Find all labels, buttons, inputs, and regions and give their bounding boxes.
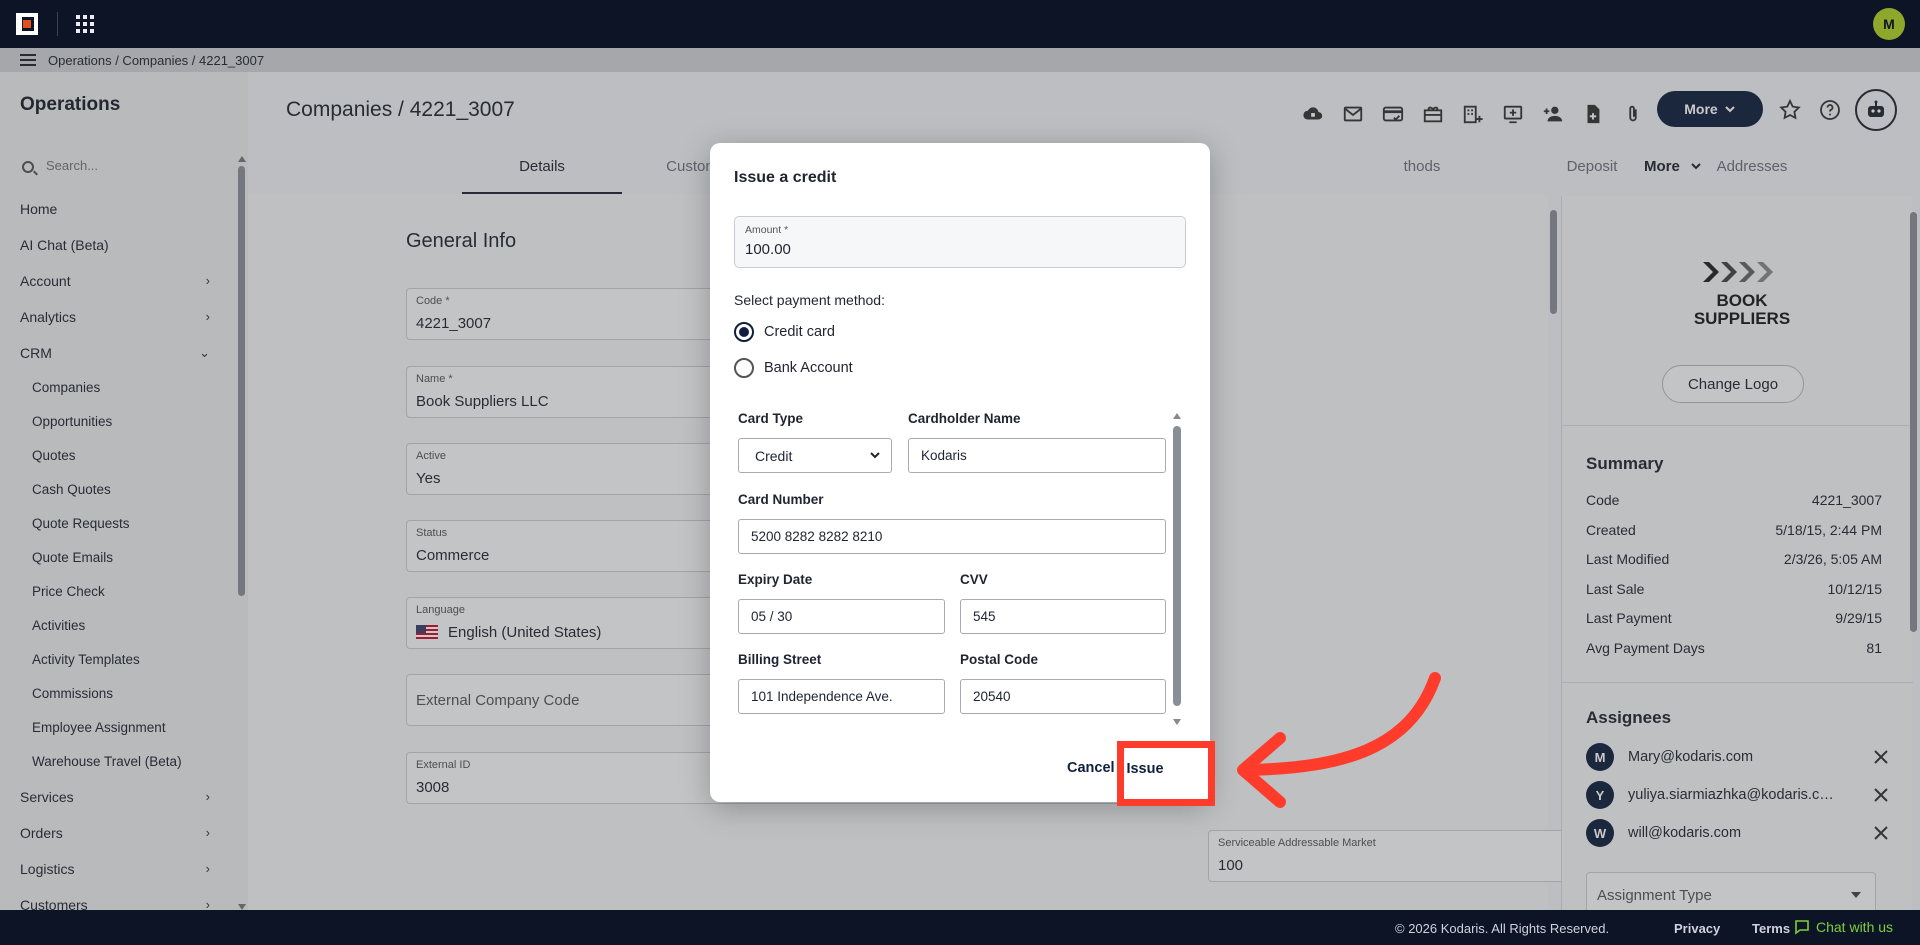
chat-label: Chat with us <box>1816 919 1894 935</box>
card-type-select[interactable]: Credit <box>738 438 892 473</box>
chevron-down-icon <box>870 452 880 459</box>
issue-credit-dialog: Issue a credit Amount * Select payment m… <box>710 143 1210 802</box>
radio-credit-card-label: Credit card <box>764 324 835 340</box>
amount-input[interactable] <box>745 241 1165 258</box>
app-grid-icon[interactable] <box>76 15 94 33</box>
card-number-label: Card Number <box>738 492 824 507</box>
radio-button-selected[interactable] <box>734 322 754 342</box>
top-divider <box>57 12 58 36</box>
chat-icon <box>1795 920 1809 935</box>
radio-credit-card[interactable]: Credit card <box>734 321 835 343</box>
card-type-label: Card Type <box>738 411 804 426</box>
chat-button[interactable]: Chat with us <box>1794 919 1893 935</box>
cvv-input[interactable] <box>960 599 1166 634</box>
cardholder-name-label: Cardholder Name <box>908 411 1021 426</box>
postal-code-label: Postal Code <box>960 652 1039 667</box>
copyright: © 2026 Kodaris. All Rights Reserved. <box>1395 921 1610 936</box>
cancel-button[interactable]: Cancel <box>1067 760 1115 776</box>
radio-button[interactable] <box>734 358 754 378</box>
card-number-input[interactable] <box>738 519 1166 554</box>
card-type-value: Credit <box>755 448 793 464</box>
cardholder-name-input[interactable] <box>908 438 1166 473</box>
amount-field[interactable]: Amount * <box>734 216 1186 268</box>
card-form-scrollbar[interactable] <box>1172 413 1182 725</box>
footer: © 2026 Kodaris. All Rights Reserved. Pri… <box>0 910 1920 945</box>
kodaris-logo-icon[interactable] <box>16 13 38 35</box>
radio-bank-account[interactable]: Bank Account <box>734 357 853 379</box>
cvv-label: CVV <box>960 572 988 587</box>
billing-street-label: Billing Street <box>738 652 822 667</box>
billing-street-input[interactable] <box>738 679 945 714</box>
amount-label: Amount * <box>745 224 789 236</box>
privacy-link[interactable]: Privacy <box>1674 921 1720 936</box>
user-avatar[interactable]: M <box>1873 8 1905 40</box>
expiry-date-input[interactable] <box>738 599 945 634</box>
annotation-arrow-icon <box>1237 672 1441 808</box>
expiry-date-label: Expiry Date <box>738 572 813 587</box>
radio-bank-account-label: Bank Account <box>764 360 853 376</box>
highlight-box <box>1117 741 1215 806</box>
postal-code-input[interactable] <box>960 679 1166 714</box>
terms-link[interactable]: Terms <box>1752 921 1790 936</box>
dialog-title: Issue a credit <box>734 169 837 186</box>
top-bar: M <box>0 0 1920 48</box>
payment-method-label: Select payment method: <box>734 292 885 308</box>
